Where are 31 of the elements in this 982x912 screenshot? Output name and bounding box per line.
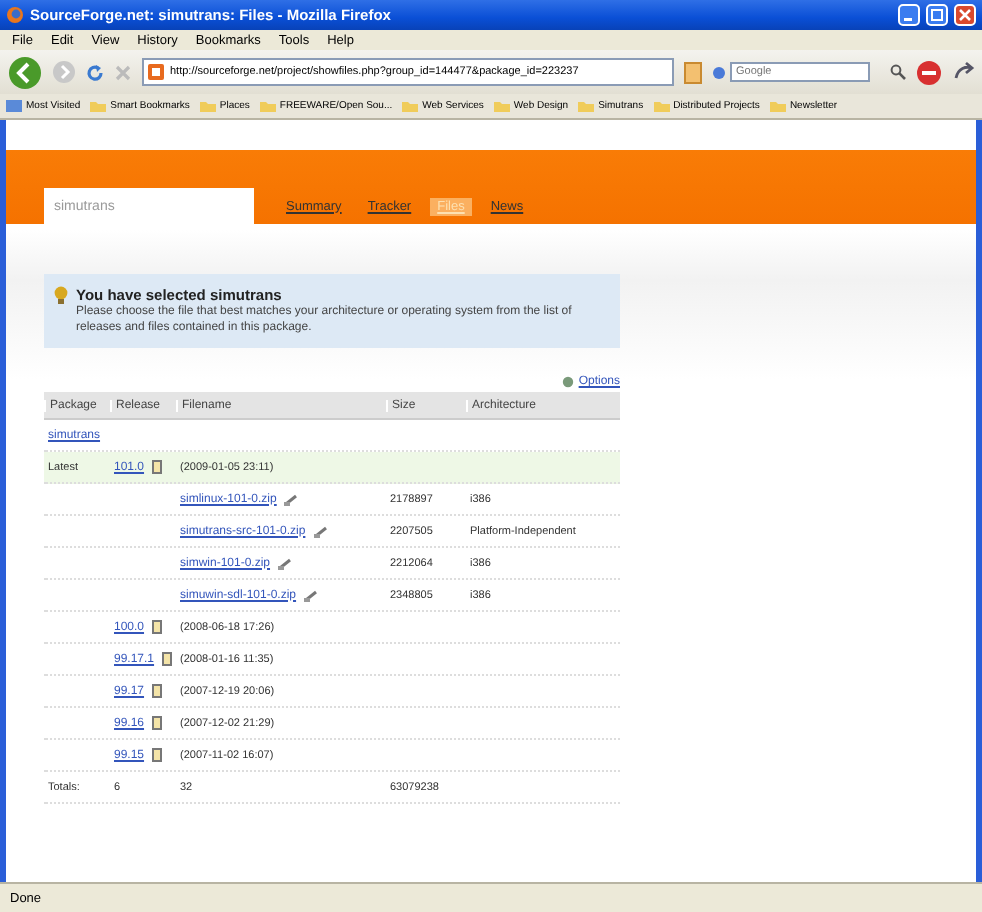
back-icon[interactable] <box>8 55 42 89</box>
stop-sign-icon[interactable] <box>916 59 942 85</box>
bookmark-icon <box>6 100 22 112</box>
page-icon <box>148 64 164 80</box>
package-icon <box>152 716 163 730</box>
notes-icon <box>278 557 293 569</box>
folder-icon <box>769 100 786 112</box>
notes-icon <box>284 493 299 505</box>
folder-icon <box>402 100 419 112</box>
folder-icon <box>578 100 595 112</box>
package-icon <box>152 684 163 698</box>
maximize-icon[interactable] <box>926 4 948 26</box>
folder-icon <box>90 100 107 112</box>
folder-icon <box>199 100 216 112</box>
notes-icon <box>304 589 319 601</box>
options-icon <box>562 376 575 388</box>
package-icon <box>162 652 173 666</box>
lightbulb-icon <box>54 286 68 304</box>
firefox-icon <box>6 6 24 24</box>
arrow-icon[interactable] <box>952 60 976 84</box>
close-icon[interactable] <box>954 4 976 26</box>
package-icon <box>152 460 163 474</box>
package-icon <box>152 620 163 634</box>
reload-icon[interactable] <box>86 63 104 81</box>
folder-icon <box>493 100 510 112</box>
folder-icon <box>259 100 276 112</box>
folder-icon <box>653 100 670 112</box>
search-icon[interactable] <box>890 64 906 80</box>
minimize-icon[interactable] <box>898 4 920 26</box>
package-icon <box>152 748 163 762</box>
notes-icon <box>313 525 328 537</box>
